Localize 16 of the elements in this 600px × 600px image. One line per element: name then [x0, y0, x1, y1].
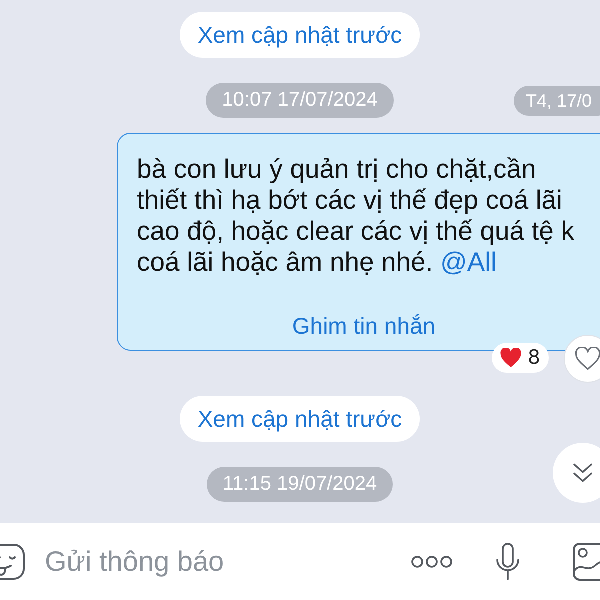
heart-icon	[500, 348, 522, 368]
timestamp: 11:15 19/07/2024	[206, 467, 394, 502]
mention-link[interactable]: @All	[440, 247, 497, 277]
pin-message-button[interactable]: Ghim tin nhắn	[292, 312, 436, 340]
load-more-button[interactable]: Xem cập nhật trước	[180, 396, 420, 442]
react-button[interactable]	[564, 335, 600, 383]
reaction-chip[interactable]: 8	[492, 343, 549, 373]
more-dots-icon[interactable]	[411, 554, 453, 568]
message-text: bà con lưu ý quản trị cho chặt,cần thiết thì hạ bớt các vị thế đẹp coá lãi cao độ, hoặc clear các vị thế quá tệ k coá lãi hoặc âm nhẹ nhé. @All	[137, 154, 576, 278]
load-more-button[interactable]: Xem cập nhật trước	[180, 12, 420, 58]
microphone-icon[interactable]	[496, 542, 520, 580]
double-chevron-down-icon	[573, 463, 593, 483]
heart-icon	[575, 347, 600, 371]
scroll-down-button[interactable]	[553, 443, 600, 503]
timestamp: 10:07 17/07/2024	[206, 83, 394, 118]
date-chip: T4, 17/0	[514, 86, 600, 116]
